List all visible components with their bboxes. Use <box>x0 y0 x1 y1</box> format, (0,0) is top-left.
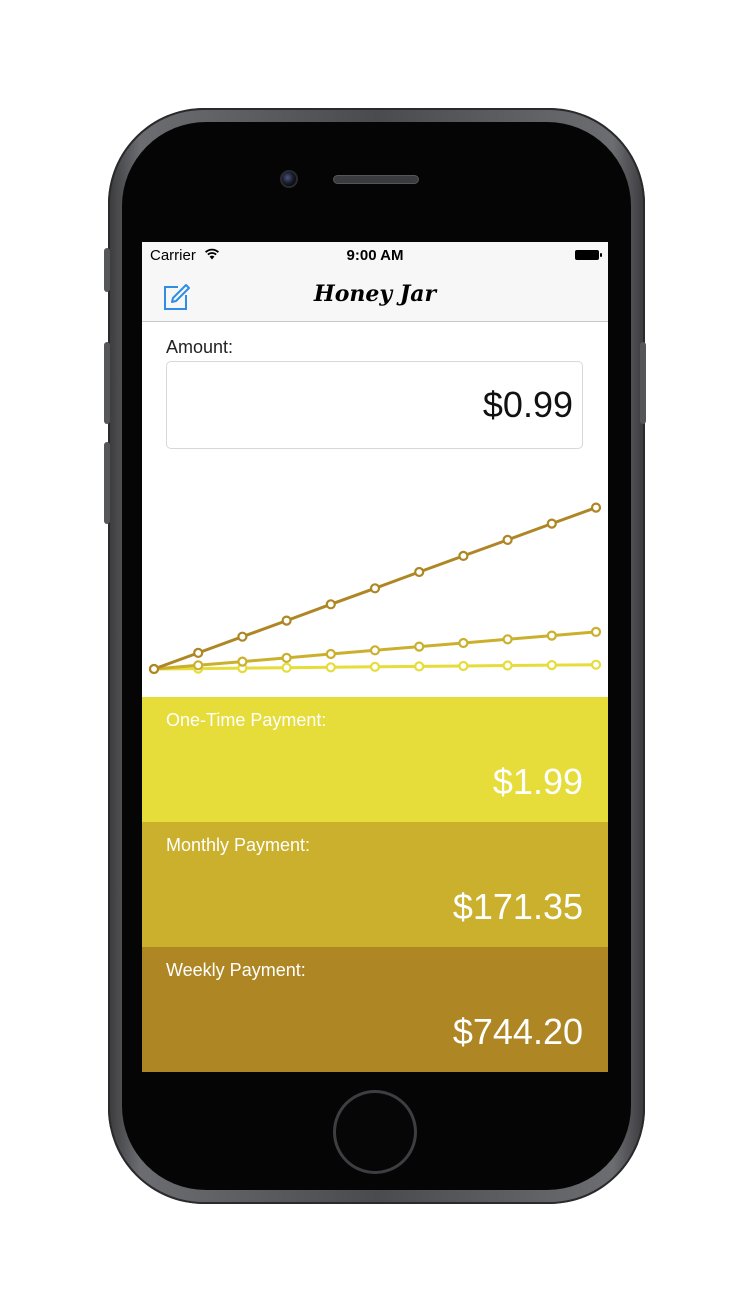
series-0-point <box>546 660 557 671</box>
volume-up-button <box>104 342 110 424</box>
series-2-point <box>546 518 557 529</box>
monthly-payment-panel: Monthly Payment: $171.35 <box>142 822 608 947</box>
amount-label: Amount: <box>166 337 234 357</box>
app-title: Honey Jar <box>313 281 437 307</box>
series-1-point <box>281 652 292 663</box>
series-0-point <box>590 659 602 670</box>
series-0-point <box>458 660 469 672</box>
battery-icon <box>575 250 602 260</box>
series-0-point <box>414 661 425 672</box>
series-1-point <box>325 648 336 660</box>
volume-down-button <box>104 442 110 524</box>
monthly-payment-value: $171.35 <box>452 886 583 927</box>
series-2-point <box>148 663 160 675</box>
series-2-point <box>369 583 381 594</box>
series-1-point <box>502 634 513 645</box>
series-2-point <box>237 631 248 642</box>
weekly-payment-panel: Weekly Payment: $744.20 <box>142 947 608 1072</box>
series-0-point <box>369 661 381 672</box>
payment-growth-chart <box>148 502 602 675</box>
series-2-point <box>458 550 469 562</box>
series-1-point <box>369 645 381 656</box>
front-camera <box>280 170 298 188</box>
series-2-point <box>193 647 204 658</box>
power-button <box>640 342 646 424</box>
series-2-point <box>590 502 602 513</box>
status-bar: Carrier 9:00 AM <box>142 242 608 270</box>
series-2-point <box>502 534 513 546</box>
monthly-payment-label: Monthly Payment: <box>166 835 311 855</box>
one-time-payment-panel: One-Time Payment: $1.99 <box>142 697 608 822</box>
series-2-point <box>325 599 336 610</box>
one-time-payment-label: One-Time Payment: <box>166 710 327 730</box>
series-1-point <box>590 626 602 637</box>
weekly-payment-label: Weekly Payment: <box>166 960 306 980</box>
series-1-point <box>546 630 557 641</box>
series-2-point <box>414 566 425 578</box>
series-1-point <box>193 660 204 671</box>
one-time-payment-value: $1.99 <box>492 761 583 802</box>
series-2-point <box>281 615 292 626</box>
amount-value: $0.99 <box>482 384 573 425</box>
series-1-point <box>414 641 425 652</box>
status-time: 9:00 AM <box>346 247 404 264</box>
series-0-point <box>281 662 292 673</box>
series-0-point <box>502 660 513 671</box>
weekly-payment-value: $744.20 <box>452 1011 583 1052</box>
app-screen: Carrier 9:00 AM Honey Jar Amount: $0.99 … <box>142 242 608 1072</box>
series-1-point <box>237 656 248 667</box>
series-1-point <box>458 637 469 649</box>
home-button[interactable] <box>333 1090 417 1174</box>
mute-switch <box>104 248 110 292</box>
earpiece-speaker <box>333 175 419 184</box>
amount-input[interactable]: $0.99 <box>166 361 583 449</box>
series-0-point <box>325 662 336 673</box>
navigation-bar: Honey Jar <box>142 270 608 322</box>
